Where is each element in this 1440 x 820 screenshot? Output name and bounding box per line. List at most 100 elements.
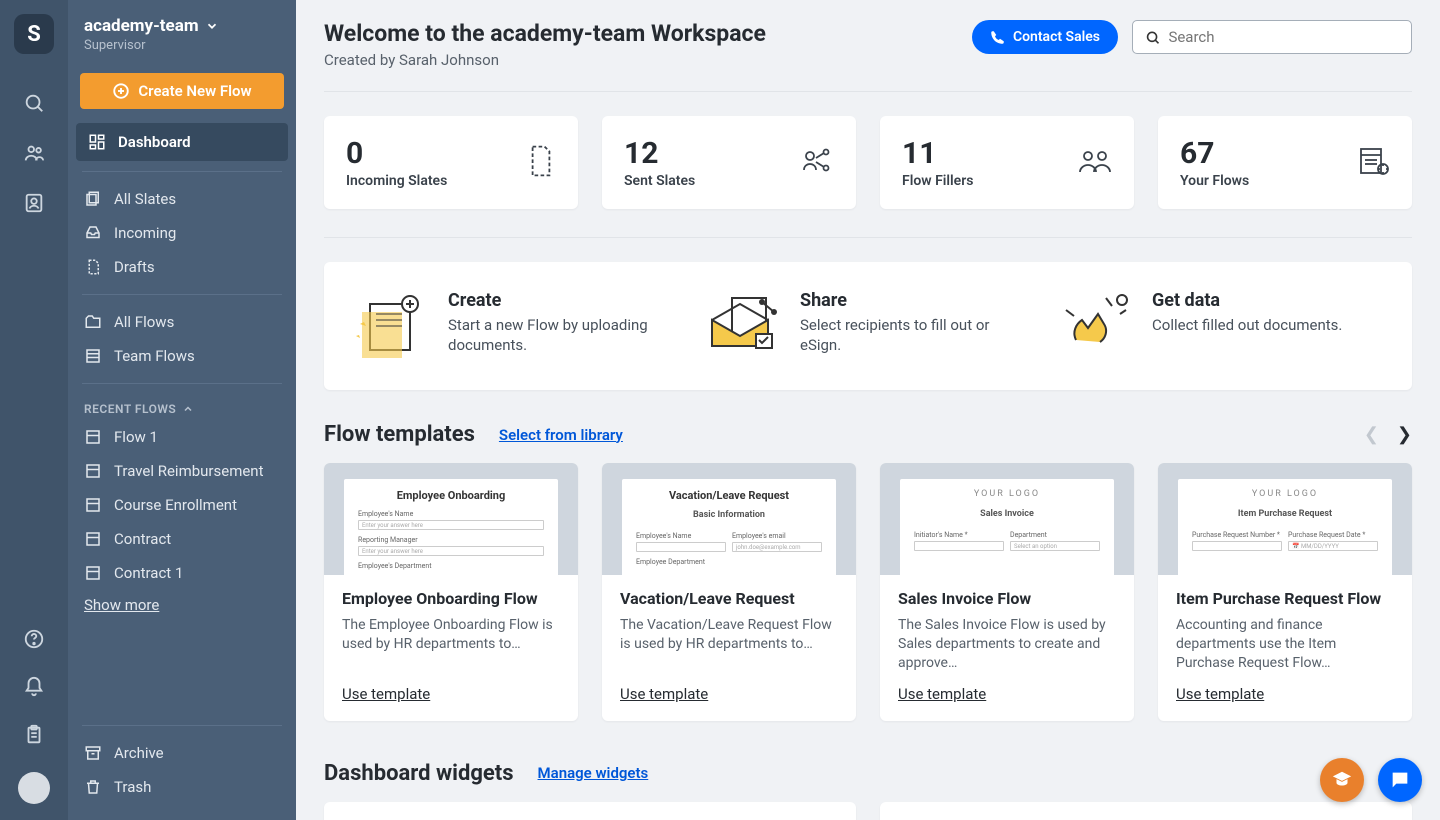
template-card[interactable]: YOUR LOGO Item Purchase Request Purchase… (1158, 463, 1412, 721)
nav-label: Incoming (114, 224, 176, 242)
nav-label: Contract (114, 530, 171, 548)
flow-gear-icon (1358, 146, 1390, 180)
workspace-name: academy-team (84, 16, 199, 36)
clipboard-icon[interactable] (23, 724, 45, 746)
stat-label: Your Flows (1180, 173, 1249, 189)
recent-flow-item[interactable]: Contract (68, 522, 296, 556)
stat-incoming-slates[interactable]: 0Incoming Slates (324, 116, 578, 209)
select-library-link[interactable]: Select from library (499, 426, 623, 444)
nav-trash[interactable]: Trash (68, 770, 296, 804)
template-thumbnail: Employee Onboarding Employee's NameEnter… (324, 463, 578, 575)
recent-flow-item[interactable]: Course Enrollment (68, 488, 296, 522)
thumb-title: Item Purchase Request (1192, 509, 1378, 519)
flow-icon (84, 496, 102, 514)
nav-label: All Flows (114, 313, 174, 331)
divider (82, 725, 282, 726)
template-title: Sales Invoice Flow (898, 589, 1116, 608)
thumb-title: Vacation/Leave Request (636, 489, 822, 502)
nav-dashboard[interactable]: Dashboard (76, 123, 288, 161)
academy-fab[interactable] (1320, 758, 1364, 802)
templates-row: Employee Onboarding Employee's NameEnter… (324, 463, 1412, 721)
show-more-link[interactable]: Show more (68, 590, 296, 620)
search-icon[interactable] (23, 92, 45, 114)
template-title: Item Purchase Request Flow (1176, 589, 1394, 608)
nav-all-flows[interactable]: All Flows (68, 305, 296, 339)
nav-label: Drafts (114, 258, 155, 276)
search-box[interactable] (1132, 20, 1412, 54)
create-flow-button[interactable]: Create New Flow (80, 73, 284, 109)
stat-sent-slates[interactable]: 12Sent Slates (602, 116, 856, 209)
nav-team-flows[interactable]: Team Flows (68, 339, 296, 373)
use-template-link[interactable]: Use template (898, 685, 1116, 703)
icon-rail: S (0, 0, 68, 820)
search-input[interactable] (1168, 28, 1399, 46)
stat-label: Flow Fillers (902, 173, 973, 189)
chat-fab[interactable] (1378, 758, 1422, 802)
widgets-heading: Dashboard widgets (324, 761, 514, 786)
howto-card: Create Start a new Flow by uploading docu… (324, 262, 1412, 390)
widgets-header: Dashboard widgets Manage widgets (324, 761, 1412, 786)
contact-sales-button[interactable]: Contact Sales (972, 20, 1118, 54)
archive-icon (84, 744, 102, 762)
thumb-logo: YOUR LOGO (914, 489, 1100, 499)
trash-icon (84, 778, 102, 796)
chevron-down-icon (205, 19, 219, 33)
template-desc: Accounting and finance departments use t… (1176, 616, 1394, 673)
recent-flow-item[interactable]: Travel Reimbursement (68, 454, 296, 488)
nav-incoming[interactable]: Incoming (68, 216, 296, 250)
use-template-link[interactable]: Use template (342, 685, 560, 703)
howto-desc: Start a new Flow by uploading documents. (448, 315, 680, 356)
dashboard-icon (88, 133, 106, 151)
stat-flow-fillers[interactable]: 11 Flow Fillers (880, 116, 1134, 209)
stat-value: 0 (346, 136, 447, 171)
recent-flow-item[interactable]: Contract 1 (68, 556, 296, 590)
use-template-link[interactable]: Use template (620, 685, 838, 703)
create-flow-label: Create New Flow (138, 82, 251, 100)
page-title: Welcome to the academy-team Workspace (324, 20, 766, 47)
phone-icon (990, 30, 1005, 45)
title-block: Welcome to the academy-team Workspace Cr… (324, 20, 766, 69)
thumb-title: Employee Onboarding (358, 489, 544, 502)
nav-dashboard-label: Dashboard (118, 133, 191, 151)
nav-drafts[interactable]: Drafts (68, 250, 296, 284)
sidebar: academy-team Supervisor Create New Flow … (68, 0, 296, 820)
topbar: Welcome to the academy-team Workspace Cr… (296, 0, 1440, 81)
stat-your-flows[interactable]: 67Your Flows (1158, 116, 1412, 209)
help-icon[interactable] (23, 628, 45, 650)
share-illustration (704, 290, 784, 362)
thumb-title: Sales Invoice (914, 509, 1100, 519)
howto-title: Create (448, 290, 680, 311)
stat-label: Sent Slates (624, 173, 695, 189)
nav-label: Trash (114, 778, 151, 796)
contacts-icon[interactable] (23, 192, 45, 214)
nav-all-slates[interactable]: All Slates (68, 182, 296, 216)
bell-icon[interactable] (23, 676, 45, 698)
template-card[interactable]: Employee Onboarding Employee's NameEnter… (324, 463, 578, 721)
howto-create: Create Start a new Flow by uploading docu… (352, 290, 680, 362)
widget-card-empty (324, 802, 856, 820)
people-icon (1078, 148, 1112, 178)
nav-archive[interactable]: Archive (68, 736, 296, 770)
avatar[interactable] (18, 772, 50, 804)
divider (82, 383, 282, 384)
chat-icon (1389, 769, 1411, 791)
templates-prev[interactable]: ❮ (1364, 424, 1379, 445)
template-thumbnail: YOUR LOGO Sales Invoice Initiator's Name… (880, 463, 1134, 575)
divider (82, 171, 282, 172)
templates-next[interactable]: ❯ (1397, 424, 1412, 445)
workspace-selector[interactable]: academy-team Supervisor (68, 16, 296, 57)
nav-label: Archive (114, 744, 164, 762)
template-title: Employee Onboarding Flow (342, 589, 560, 608)
chevron-up-icon (182, 403, 194, 415)
use-template-link[interactable]: Use template (1176, 685, 1394, 703)
template-card[interactable]: YOUR LOGO Sales Invoice Initiator's Name… (880, 463, 1134, 721)
nav-label: Team Flows (114, 347, 195, 365)
manage-widgets-link[interactable]: Manage widgets (538, 764, 649, 782)
recent-flows-header[interactable]: RECENT FLOWS (68, 394, 296, 420)
stat-value: 11 (902, 136, 973, 171)
page-subtitle: Created by Sarah Johnson (324, 51, 766, 69)
fab-row (1320, 758, 1422, 802)
team-icon[interactable] (22, 142, 46, 164)
template-card[interactable]: Vacation/Leave Request Basic Information… (602, 463, 856, 721)
recent-flow-item[interactable]: Flow 1 (68, 420, 296, 454)
